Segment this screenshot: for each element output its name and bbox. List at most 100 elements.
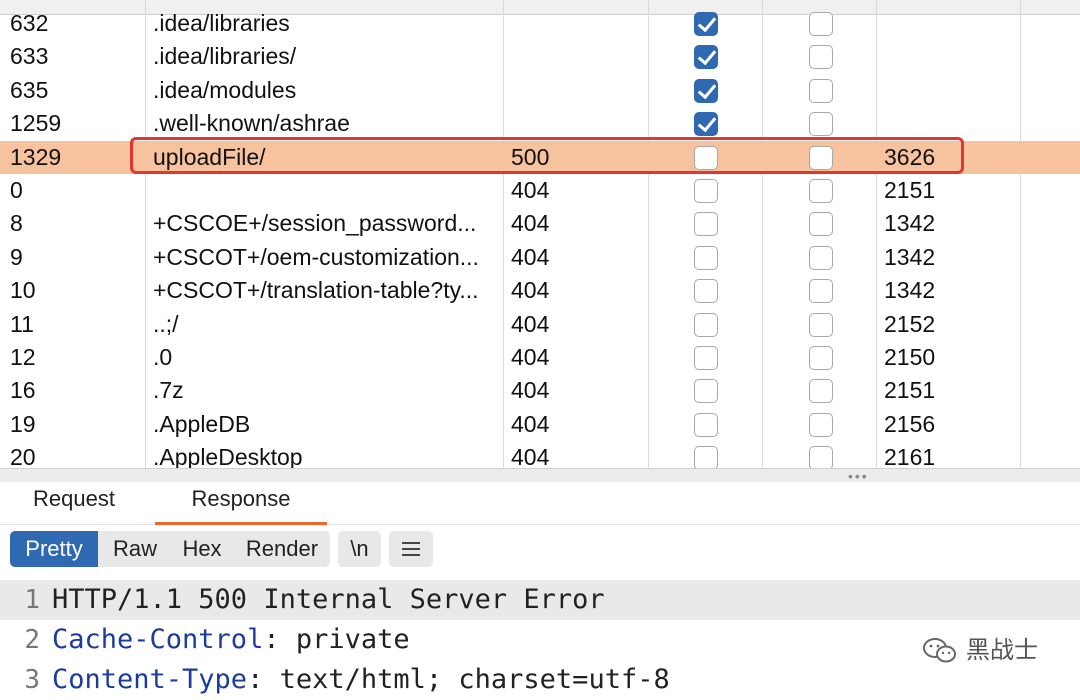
status-cell: 404 [511, 243, 550, 270]
wechat-icon [923, 638, 956, 663]
response-editor[interactable]: 1 HTTP/1.1 500 Internal Server Error 2 Cach… [0, 580, 1080, 698]
show-newlines-button[interactable]: \n [338, 531, 381, 567]
table-row[interactable]: 1259 .well-known/ashrae [0, 107, 1080, 140]
request-cell: 632 [10, 10, 49, 36]
hex-button[interactable]: Hex [172, 531, 232, 567]
hamburger-icon [402, 542, 420, 556]
code-text: Cache-Control: private [52, 620, 410, 660]
timeout-checkbox[interactable] [809, 412, 833, 437]
error-checkbox[interactable] [694, 145, 718, 170]
timeout-checkbox[interactable] [809, 112, 833, 137]
table-row[interactable]: 635 .idea/modules [0, 74, 1080, 107]
timeout-checkbox[interactable] [809, 178, 833, 203]
timeout-checkbox[interactable] [809, 279, 833, 304]
table-row[interactable]: 632 .idea/libraries [0, 7, 1080, 40]
timeout-checkbox[interactable] [809, 446, 833, 468]
payload-cell: .0 [153, 343, 173, 370]
request-cell: 19 [10, 410, 36, 437]
error-checkbox[interactable] [694, 345, 718, 370]
panel-splitter[interactable]: ••• [0, 468, 1080, 483]
length-cell [884, 74, 1014, 107]
table-row[interactable]: 12 .0 404 2150 [0, 341, 1080, 374]
status-cell: 404 [511, 210, 550, 237]
length-cell [884, 40, 1014, 73]
error-checkbox[interactable] [694, 312, 718, 337]
error-checkbox[interactable] [694, 412, 718, 437]
table-row[interactable]: 10 +CSCOT+/translation-table?ty... 404 1342 [0, 274, 1080, 307]
error-checkbox[interactable] [694, 245, 718, 270]
table-row[interactable]: 19 .AppleDB 404 2156 [0, 408, 1080, 441]
raw-button[interactable]: Raw [104, 531, 166, 567]
status-cell: 404 [511, 277, 550, 304]
table-body: 632 .idea/libraries 633 .idea/libraries/635… [0, 7, 1080, 468]
error-checkbox[interactable] [694, 112, 718, 137]
payload-cell: .idea/modules [153, 76, 297, 103]
watermark-text: 黑战士 [966, 637, 1038, 664]
tab-request[interactable]: Request [33, 482, 115, 522]
line-number: 3 [24, 665, 40, 695]
timeout-checkbox[interactable] [809, 12, 833, 36]
error-checkbox[interactable] [694, 12, 718, 36]
splitter-grip-icon[interactable]: ••• [848, 469, 869, 483]
timeout-checkbox[interactable] [809, 379, 833, 404]
table-row[interactable]: 11 ..;/ 404 2152 [0, 308, 1080, 341]
timeout-checkbox[interactable] [809, 312, 833, 337]
length-cell: 2151 [884, 377, 936, 404]
payload-cell: +CSCOT+/oem-customization... [153, 243, 479, 270]
timeout-checkbox[interactable] [809, 145, 833, 170]
table-row[interactable]: 0 404 2151 [0, 174, 1080, 207]
line-number: 2 [24, 625, 40, 655]
request-cell: 0 [10, 176, 23, 203]
table-row[interactable]: 8 +CSCOE+/session_password... 404 1342 [0, 207, 1080, 240]
header-value: HTTP/1.1 500 Internal Server Error [52, 584, 605, 615]
timeout-checkbox[interactable] [809, 245, 833, 270]
status-cell: 404 [511, 343, 550, 370]
pretty-button[interactable]: Pretty [10, 531, 98, 567]
payload-cell: .well-known/ashrae [153, 110, 350, 137]
payload-cell: .idea/libraries/ [153, 43, 297, 70]
status-cell: 404 [511, 444, 550, 468]
results-table: 632 .idea/libraries 633 .idea/libraries/635… [0, 0, 1080, 468]
length-cell [884, 7, 1014, 40]
payload-cell: +CSCOT+/translation-table?ty... [153, 277, 479, 304]
status-cell: 404 [511, 377, 550, 404]
timeout-checkbox[interactable] [809, 78, 833, 103]
length-cell: 2161 [884, 444, 936, 468]
code-text: Content-Type: text/html; charset=utf-8 [52, 660, 670, 700]
render-button[interactable]: Render [238, 531, 326, 567]
table-row[interactable]: 20 .AppleDesktop 404 2161 [0, 441, 1080, 468]
error-checkbox[interactable] [694, 178, 718, 203]
table-row[interactable]: 9 +CSCOT+/oem-customization... 404 1342 [0, 241, 1080, 274]
error-checkbox[interactable] [694, 212, 718, 237]
request-cell: 635 [10, 76, 49, 103]
request-cell: 12 [10, 343, 36, 370]
table-row[interactable]: 633 .idea/libraries/ [0, 40, 1080, 73]
response-toolbar: Pretty Raw Hex Render \n [0, 525, 1080, 575]
error-checkbox[interactable] [694, 45, 718, 70]
header-value: : text/html; charset=utf-8 [247, 664, 670, 695]
request-cell: 20 [10, 444, 36, 468]
timeout-checkbox[interactable] [809, 212, 833, 237]
length-cell: 2151 [884, 176, 936, 203]
code-line: 3 Content-Type: text/html; charset=utf-8 [0, 660, 1080, 700]
status-cell [511, 40, 641, 73]
length-cell: 3626 [884, 143, 936, 170]
payload-cell: uploadFile/ [153, 143, 266, 170]
table-row[interactable]: 16 .7z 404 2151 [0, 374, 1080, 407]
timeout-checkbox[interactable] [809, 345, 833, 370]
error-checkbox[interactable] [694, 446, 718, 468]
header-name: Cache-Control [52, 624, 264, 655]
options-menu-button[interactable] [389, 531, 433, 567]
payload-cell: .idea/libraries [153, 10, 290, 36]
status-cell [511, 7, 641, 40]
payload-cell: .AppleDesktop [153, 444, 303, 468]
tab-response[interactable]: Response [155, 482, 327, 525]
table-row[interactable]: 1329 uploadFile/500 3626 [0, 140, 1080, 174]
error-checkbox[interactable] [694, 279, 718, 304]
length-cell [884, 107, 1014, 140]
error-checkbox[interactable] [694, 78, 718, 103]
request-cell: 1259 [10, 110, 62, 137]
request-cell: 9 [10, 243, 23, 270]
timeout-checkbox[interactable] [809, 45, 833, 70]
error-checkbox[interactable] [694, 379, 718, 404]
